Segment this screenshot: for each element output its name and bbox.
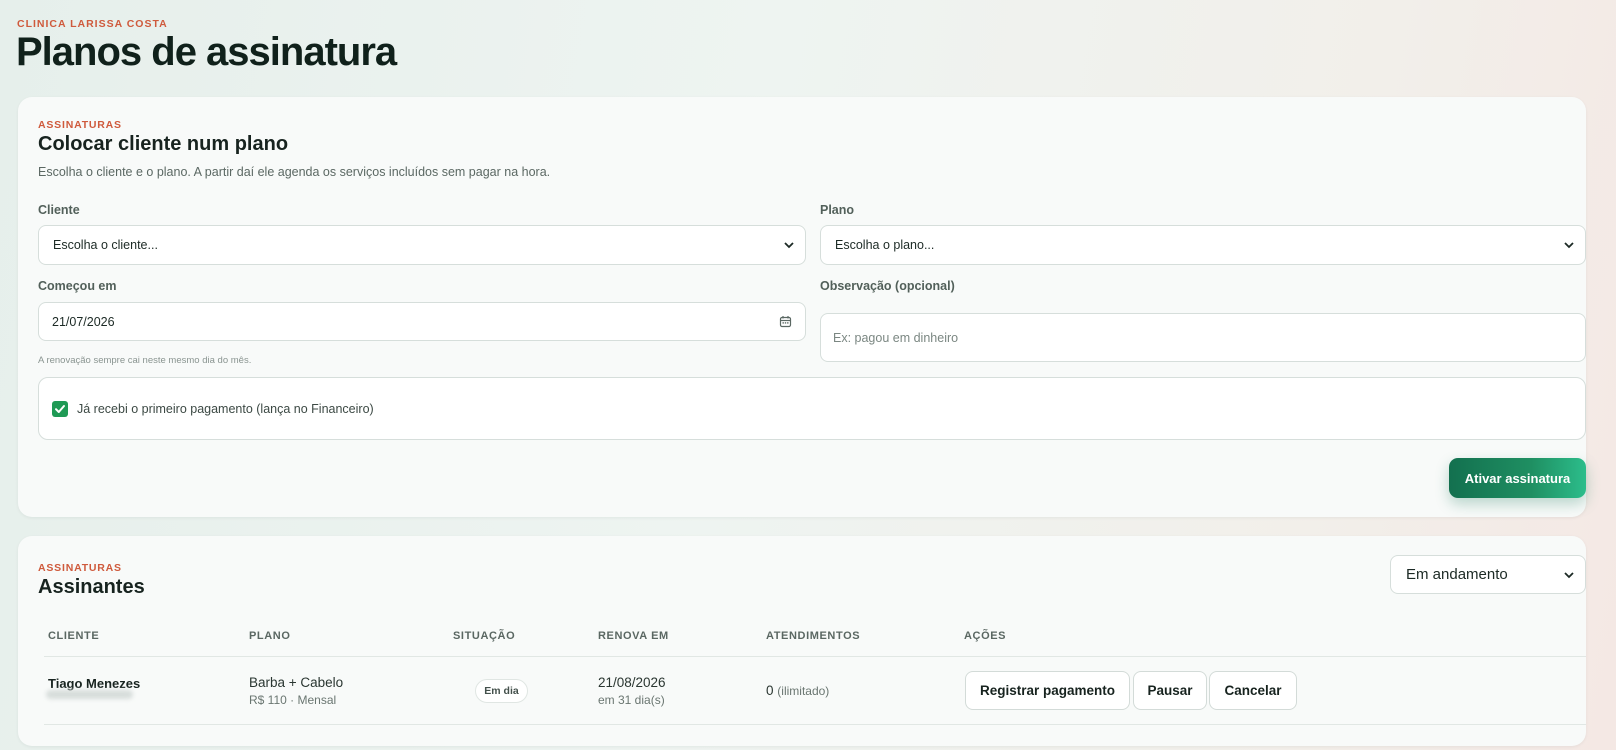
status-badge: Em dia [475, 679, 528, 703]
first-payment-panel: Já recebi o primeiro pagamento (lança no… [38, 377, 1586, 440]
column-header-status: SITUAÇÃO [453, 630, 516, 642]
register-payment-button[interactable]: Registrar pagamento [965, 671, 1130, 710]
new-subscription-card: ASSINATURAS Colocar cliente num plano Es… [18, 97, 1586, 517]
plan-select[interactable]: Escolha o plano... [820, 225, 1586, 265]
client-label: Cliente [38, 203, 80, 217]
note-placeholder: Ex: pagou em dinheiro [833, 330, 959, 345]
checkmark-icon [55, 404, 65, 413]
chevron-down-icon [1564, 242, 1574, 249]
calendar-icon[interactable] [779, 315, 792, 328]
column-header-actions: AÇÕES [964, 630, 1007, 642]
column-header-client: CLIENTE [48, 630, 100, 642]
chevron-down-icon [1564, 571, 1574, 578]
row-plan-detail: R$ 110 · Mensal [249, 693, 337, 707]
plan-label: Plano [820, 203, 855, 217]
section-description: Escolha o cliente e o plano. A partir da… [38, 165, 551, 179]
status-filter-select[interactable]: Em andamento [1390, 555, 1586, 594]
subscribers-title: Assinantes [38, 576, 145, 598]
row-renew-date: 21/08/2026 [598, 675, 666, 690]
client-select-value: Escolha o cliente... [53, 238, 158, 252]
row-client-name[interactable]: Tiago Menezes [48, 676, 140, 691]
brand-name: CLINICA LARISSA COSTA [17, 18, 168, 30]
activate-subscription-button[interactable]: Ativar assinatura [1449, 458, 1586, 498]
pause-button[interactable]: Pausar [1133, 671, 1207, 710]
plan-select-value: Escolha o plano... [835, 238, 935, 252]
table-header-divider [44, 656, 1586, 657]
first-payment-label[interactable]: Já recebi o primeiro pagamento (lança no… [77, 402, 374, 416]
start-date-label: Começou em [38, 279, 117, 293]
page-title: Planos de assinatura [16, 30, 397, 74]
cancel-button[interactable]: Cancelar [1209, 671, 1297, 710]
start-date-input[interactable]: 21/07/2026 [38, 302, 806, 341]
row-visits-count: 0 [766, 683, 774, 698]
redacted-contact [46, 690, 133, 699]
column-header-renews: RENOVA EM [598, 630, 669, 642]
first-payment-checkbox[interactable] [52, 400, 68, 417]
section-eyebrow: ASSINATURAS [38, 562, 122, 574]
status-filter-value: Em andamento [1406, 566, 1508, 583]
start-date-value: 21/07/2026 [52, 314, 115, 329]
note-input[interactable]: Ex: pagou em dinheiro [820, 313, 1586, 362]
row-plan-name: Barba + Cabelo [249, 675, 344, 690]
column-header-visits: ATENDIMENTOS [766, 630, 861, 642]
table-row-divider [44, 724, 1586, 725]
client-select[interactable]: Escolha o cliente... [38, 225, 806, 265]
start-date-hint: A renovação sempre cai neste mesmo dia d… [38, 355, 252, 366]
row-renew-countdown: em 31 dia(s) [598, 693, 665, 707]
row-visits: 0 (ilimitado) [766, 683, 829, 698]
chevron-down-icon [784, 242, 794, 249]
section-eyebrow: ASSINATURAS [38, 119, 122, 131]
note-label: Observação (opcional) [820, 279, 955, 293]
row-visits-limit: (ilimitado) [777, 684, 830, 698]
column-header-plan: PLANO [249, 630, 291, 642]
section-title: Colocar cliente num plano [38, 133, 289, 155]
subscribers-card: ASSINATURAS Assinantes Em andamento CLIE… [18, 536, 1586, 746]
